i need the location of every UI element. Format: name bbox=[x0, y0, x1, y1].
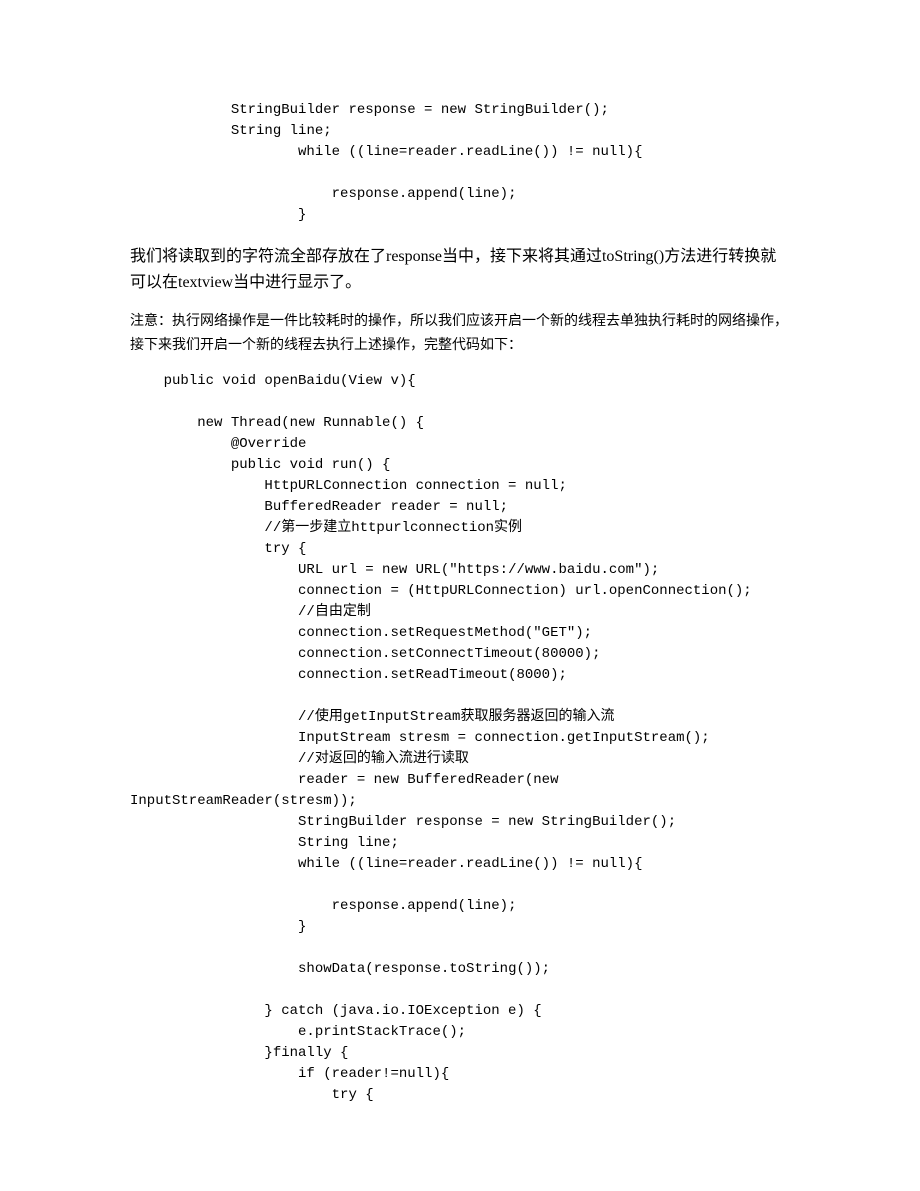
paragraph-2: 注意：执行网络操作是一件比较耗时的操作，所以我们应该开启一个新的线程去单独执行耗… bbox=[130, 309, 790, 357]
code-block-1: StringBuilder response = new StringBuild… bbox=[130, 100, 790, 226]
document-page: StringBuilder response = new StringBuild… bbox=[0, 0, 920, 1184]
paragraph-1: 我们将读取到的字符流全部存放在了response当中，接下来将其通过toStri… bbox=[130, 244, 790, 295]
code-block-2: public void openBaidu(View v){ new Threa… bbox=[130, 371, 790, 1106]
